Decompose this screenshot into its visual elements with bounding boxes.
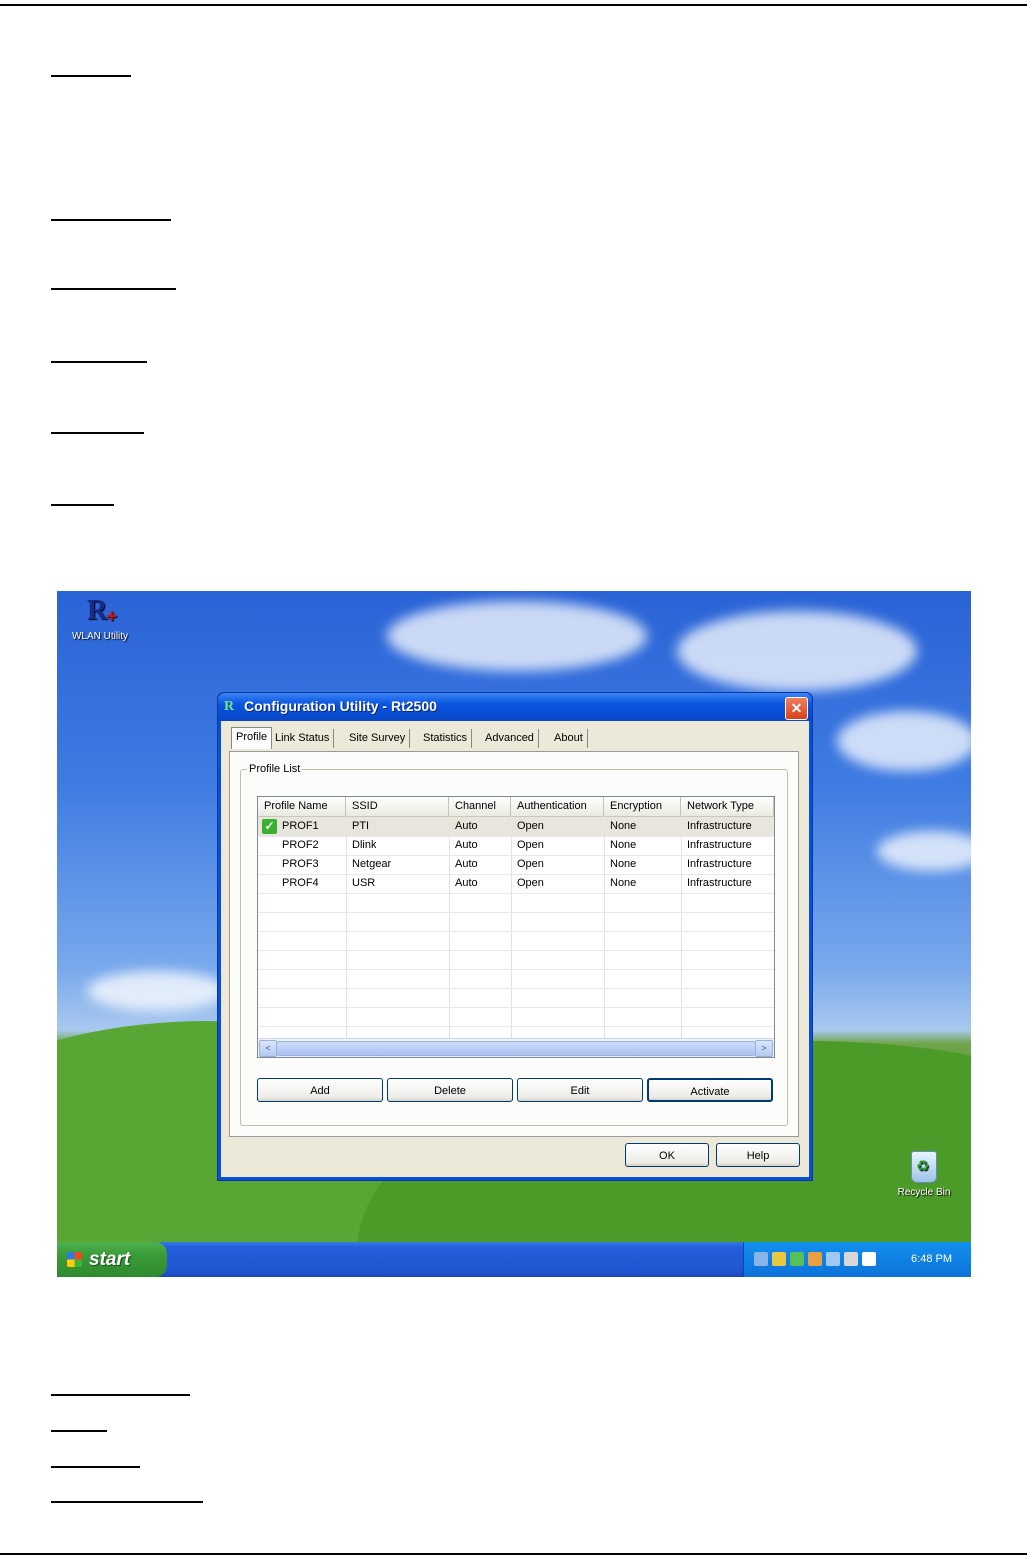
cell-authentication: Open [517,858,544,870]
heading-underline-5 [51,432,144,434]
heading-underline-4 [51,361,147,363]
horizontal-scrollbar[interactable]: < > [258,1038,774,1057]
cell-ssid: USR [352,877,376,889]
check-icon: ✓ [262,819,277,834]
cell-network-type: Infrastructure [687,858,752,870]
cell-encryption: None [610,877,637,889]
add-button[interactable]: Add [257,1078,383,1102]
ok-button[interactable]: OK [625,1143,709,1167]
delete-button[interactable]: Delete [387,1078,513,1102]
security-tray-icon[interactable] [772,1252,786,1266]
column-header-channel[interactable]: Channel [449,797,511,816]
system-tray: 6:48 PM [743,1242,971,1277]
heading-underline-10 [51,1501,203,1503]
cell-profile-name: PROF2 [282,839,319,851]
scroll-left-icon[interactable]: < [259,1040,277,1057]
cell-channel: Auto [455,877,478,889]
recycle-bin-desktop-icon[interactable]: Recycle Bin [887,1151,961,1198]
close-button[interactable]: ✕ [785,697,808,720]
heading-underline-9 [51,1466,140,1468]
heading-underline-1 [51,75,131,77]
table-row[interactable]: ✓ PROF1 PTI Auto Open None Infrastructur… [258,817,774,837]
cell-profile-name: PROF3 [282,858,319,870]
activate-button[interactable]: Activate [647,1078,773,1102]
desktop-screenshot: R+ WLAN Utility Recycle Bin R Configurat… [57,591,971,1277]
tab-advanced[interactable]: Advanced [481,729,539,748]
help-button[interactable]: Help [716,1143,800,1167]
cell-authentication: Open [517,877,544,889]
clock[interactable]: 6:48 PM [911,1242,952,1277]
profile-tab-panel: Profile List Profile Name SSID Channel A… [229,751,799,1137]
column-header-authentication[interactable]: Authentication [511,797,604,816]
cell-channel: Auto [455,858,478,870]
column-header-network-type[interactable]: Network Type [681,797,774,816]
recycle-bin-label: Recycle Bin [897,1187,951,1198]
network-tray-icon[interactable] [754,1252,768,1266]
config-utility-window: R Configuration Utility - Rt2500 ✕ Profi… [217,692,813,1181]
update-tray-icon[interactable] [808,1252,822,1266]
cell-ssid: PTI [352,820,370,832]
cell-profile-name: PROF4 [282,877,319,889]
cell-channel: Auto [455,820,478,832]
windows-logo-icon [67,1252,82,1267]
taskbar: start 6:48 PM [57,1242,971,1277]
heading-underline-8 [51,1430,107,1432]
cell-ssid: Netgear [352,858,392,870]
heading-underline-2 [51,219,171,221]
column-header-ssid[interactable]: SSID [346,797,449,816]
cell-encryption: None [610,820,637,832]
cell-ssid: Dlink [352,839,377,851]
profile-list-label: Profile List [247,763,303,775]
heading-underline-7 [51,1394,190,1396]
heading-underline-6 [51,504,114,506]
start-button[interactable]: start [57,1242,167,1277]
wireless-tray-icon[interactable] [790,1252,804,1266]
app-icon: R [224,699,235,714]
edit-button[interactable]: Edit [517,1078,643,1102]
wlan-utility-icon: R + [87,595,117,626]
cell-authentication: Open [517,820,544,832]
tab-statistics[interactable]: Statistics [419,729,473,748]
tab-link-status[interactable]: Link Status [271,729,335,748]
tab-about[interactable]: About [550,729,588,748]
window-client-area: Profile Link Status Site Survey Statisti… [221,721,809,1177]
heading-underline-3 [51,288,176,290]
table-row[interactable]: PROF4 USR Auto Open None Infrastructure [258,874,774,894]
connection-tray-icon[interactable] [826,1252,840,1266]
table-row[interactable]: PROF3 Netgear Auto Open None Infrastruct… [258,855,774,875]
cell-authentication: Open [517,839,544,851]
wlan-utility-label: WLAN Utility [71,631,129,642]
cell-channel: Auto [455,839,478,851]
tab-profile[interactable]: Profile [231,727,273,749]
play-tray-icon[interactable] [862,1252,876,1266]
start-label: start [89,1249,131,1270]
column-header-profile-name[interactable]: Profile Name [258,797,346,816]
tab-site-survey[interactable]: Site Survey [345,729,411,748]
cell-network-type: Infrastructure [687,877,752,889]
profile-list[interactable]: Profile Name SSID Channel Authentication… [257,796,775,1058]
scroll-right-icon[interactable]: > [755,1040,773,1057]
bottom-rule [0,1553,1027,1555]
utility-tray-icon[interactable] [844,1252,858,1266]
top-rule [0,4,1027,6]
cell-encryption: None [610,839,637,851]
column-header-encryption[interactable]: Encryption [604,797,681,816]
recycle-bin-icon [911,1151,937,1183]
window-titlebar[interactable]: R Configuration Utility - Rt2500 ✕ [218,693,812,721]
table-row[interactable]: PROF2 Dlink Auto Open None Infrastructur… [258,836,774,856]
cell-encryption: None [610,858,637,870]
cell-profile-name: PROF1 [282,820,319,832]
wlan-utility-desktop-icon[interactable]: R + WLAN Utility [65,595,135,642]
cell-network-type: Infrastructure [687,839,752,851]
cell-network-type: Infrastructure [687,820,752,832]
scroll-thumb[interactable] [276,1041,756,1056]
list-header: Profile Name SSID Channel Authentication… [258,797,774,817]
window-title: Configuration Utility - Rt2500 [244,698,437,714]
